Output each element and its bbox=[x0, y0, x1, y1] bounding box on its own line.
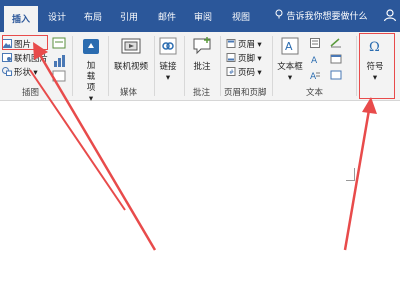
annotation-arrow-to-insert-tab bbox=[33, 42, 157, 251]
annotation-arrow-to-symbol bbox=[343, 97, 377, 251]
annotation-arrow-to-picture bbox=[29, 69, 126, 211]
annotation-arrows bbox=[29, 42, 377, 251]
